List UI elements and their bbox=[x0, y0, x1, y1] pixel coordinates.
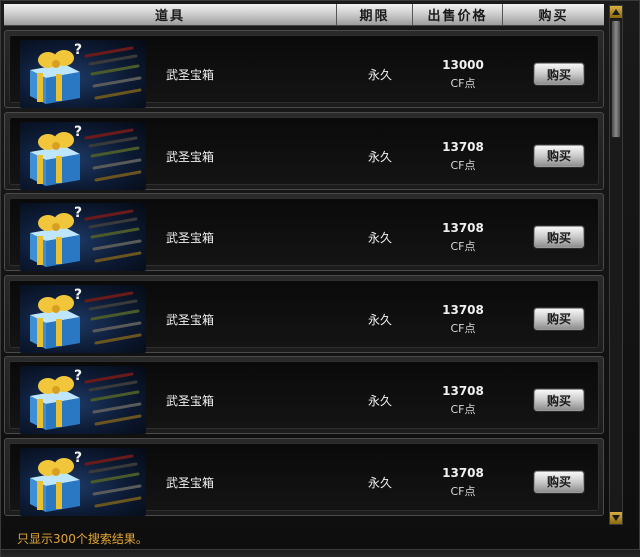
buy-button[interactable]: 购买 bbox=[534, 144, 584, 167]
list-item-inner: ? 武圣宝箱 永久 13708 CF点 购买 bbox=[9, 442, 599, 516]
list-item: ? 武圣宝箱 永久 13708 CF点 购买 bbox=[4, 274, 604, 353]
item-name: 武圣宝箱 bbox=[166, 231, 215, 245]
list-item-inner: ? 武圣宝箱 永久 13000 CF点 购买 bbox=[9, 35, 599, 108]
buy-button[interactable]: 购买 bbox=[534, 389, 584, 411]
item-currency: CF点 bbox=[450, 484, 476, 498]
item-currency: CF点 bbox=[450, 321, 476, 335]
item-currency: CF点 bbox=[450, 77, 476, 90]
list-item: ? 武圣宝箱 永久 13708 CF点 购买 bbox=[4, 437, 604, 516]
list-item: ? 武圣宝箱 永久 13000 CF点 购买 bbox=[4, 30, 604, 108]
item-list: ? 武圣宝箱 永久 13000 CF点 购买 ? 武圣宝箱 永久 13708 C… bbox=[4, 30, 604, 517]
item-period: 永久 bbox=[367, 312, 392, 327]
gift-box-with-rifles-icon[interactable]: ? bbox=[20, 121, 146, 190]
gift-box-with-rifles-icon[interactable]: ? bbox=[20, 203, 146, 271]
header-period[interactable]: 期限 bbox=[337, 4, 413, 26]
svg-text:?: ? bbox=[74, 42, 82, 58]
svg-text:?: ? bbox=[74, 287, 82, 303]
item-price: 13708 bbox=[442, 465, 484, 480]
shop-panel: 道具 期限 出售价格 购买 ? 武圣宝箱 永久 13000 CF点 购买 ? 武… bbox=[0, 0, 640, 557]
header-price[interactable]: 出售价格 bbox=[413, 4, 503, 26]
gift-box-with-rifles-icon[interactable]: ? bbox=[20, 447, 146, 516]
item-name: 武圣宝箱 bbox=[166, 68, 215, 82]
item-period: 永久 bbox=[367, 149, 392, 164]
bottom-strip bbox=[1, 549, 640, 557]
scroll-down-arrow-icon[interactable] bbox=[610, 512, 622, 524]
svg-text:?: ? bbox=[74, 368, 82, 384]
gift-box-with-rifles-icon[interactable]: ? bbox=[20, 284, 146, 353]
buy-button[interactable]: 购买 bbox=[534, 63, 584, 85]
item-period: 永久 bbox=[367, 394, 392, 408]
item-period: 永久 bbox=[367, 231, 392, 245]
list-item-inner: ? 武圣宝箱 永久 13708 CF点 购买 bbox=[9, 279, 599, 353]
list-item: ? 武圣宝箱 永久 13708 CF点 购买 bbox=[4, 193, 604, 271]
header-item[interactable]: 道具 bbox=[4, 4, 337, 26]
item-currency: CF点 bbox=[450, 403, 476, 416]
item-currency: CF点 bbox=[450, 240, 476, 253]
item-price: 13708 bbox=[442, 139, 484, 154]
result-count-note: 只显示300个搜索结果。 bbox=[17, 532, 148, 546]
scrollbar-thumb[interactable] bbox=[611, 20, 621, 138]
list-item-inner: ? 武圣宝箱 永久 13708 CF点 购买 bbox=[9, 198, 599, 271]
scrollbar[interactable] bbox=[609, 5, 623, 525]
list-item-inner: ? 武圣宝箱 永久 13708 CF点 购买 bbox=[9, 116, 599, 190]
svg-text:?: ? bbox=[74, 205, 82, 221]
item-name: 武圣宝箱 bbox=[166, 149, 215, 164]
buy-button[interactable]: 购买 bbox=[534, 307, 584, 330]
list-item: ? 武圣宝箱 永久 13708 CF点 购买 bbox=[4, 356, 604, 434]
item-price: 13708 bbox=[442, 384, 484, 398]
gift-box-with-rifles-icon[interactable]: ? bbox=[20, 40, 146, 108]
item-price: 13708 bbox=[442, 302, 484, 317]
header-buy[interactable]: 购买 bbox=[503, 4, 604, 26]
gift-box-with-rifles-icon[interactable]: ? bbox=[20, 366, 146, 434]
item-period: 永久 bbox=[367, 475, 392, 490]
item-price: 13000 bbox=[442, 58, 484, 72]
item-currency: CF点 bbox=[450, 158, 476, 172]
table-header: 道具 期限 出售价格 购买 bbox=[4, 4, 604, 26]
list-item-inner: ? 武圣宝箱 永久 13708 CF点 购买 bbox=[9, 361, 599, 434]
svg-text:?: ? bbox=[74, 124, 82, 140]
item-price: 13708 bbox=[442, 221, 484, 235]
buy-button[interactable]: 购买 bbox=[534, 226, 584, 248]
item-name: 武圣宝箱 bbox=[166, 312, 215, 327]
scroll-up-arrow-icon[interactable] bbox=[610, 6, 622, 18]
svg-text:?: ? bbox=[74, 450, 82, 466]
item-name: 武圣宝箱 bbox=[166, 394, 215, 408]
item-name: 武圣宝箱 bbox=[166, 475, 215, 490]
item-period: 永久 bbox=[367, 68, 392, 82]
list-item: ? 武圣宝箱 永久 13708 CF点 购买 bbox=[4, 111, 604, 190]
buy-button[interactable]: 购买 bbox=[534, 470, 584, 493]
